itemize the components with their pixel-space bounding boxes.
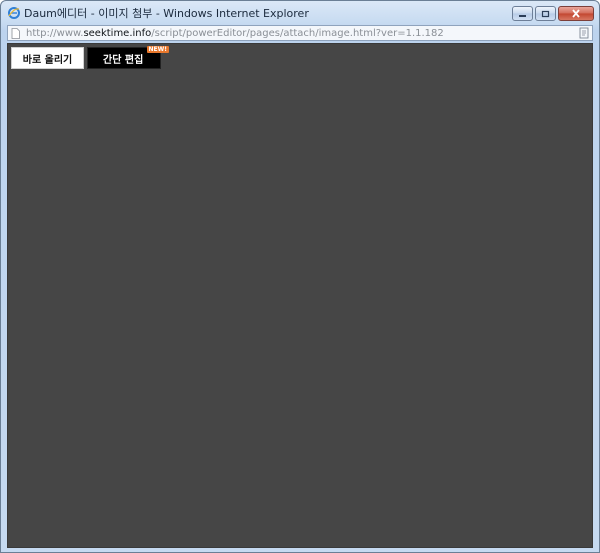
address-url[interactable]: http://www.seektime.info/script/powerEdi… [26, 27, 444, 40]
browser-window: Daum에디터 - 이미지 첨부 - Windows Internet Expl… [0, 0, 600, 553]
minimize-icon [519, 14, 526, 17]
window-controls [510, 6, 594, 22]
compat-view-icon[interactable] [579, 27, 590, 39]
close-icon [572, 9, 580, 18]
tab-simple-edit-label: 간단 편집 [103, 54, 144, 66]
url-domain: seektime.info [83, 28, 152, 39]
tab-direct-upload-label: 바로 올리기 [22, 54, 73, 66]
url-prefix: http://www. [26, 28, 84, 39]
minimize-button[interactable] [512, 6, 533, 21]
address-bar[interactable]: http://www.seektime.info/script/powerEdi… [7, 25, 593, 41]
new-badge: NEW! [146, 46, 169, 53]
close-button[interactable] [558, 6, 594, 21]
window-title: Daum에디터 - 이미지 첨부 - Windows Internet Expl… [24, 7, 309, 20]
title-bar[interactable]: Daum에디터 - 이미지 첨부 - Windows Internet Expl… [1, 1, 599, 25]
upload-tabs: 바로 올리기 간단 편집 NEW! [11, 46, 169, 69]
url-path: /script/powerEditor/pages/attach/image.h… [151, 28, 444, 39]
tab-simple-edit[interactable]: 간단 편집 NEW! [87, 46, 169, 69]
content-area: 바로 올리기 간단 편집 NEW! [7, 43, 593, 548]
page-icon [11, 28, 20, 39]
maximize-icon [541, 10, 550, 17]
maximize-button[interactable] [535, 6, 556, 21]
ie-icon [8, 7, 20, 19]
tab-direct-upload[interactable]: 바로 올리기 [11, 47, 84, 69]
